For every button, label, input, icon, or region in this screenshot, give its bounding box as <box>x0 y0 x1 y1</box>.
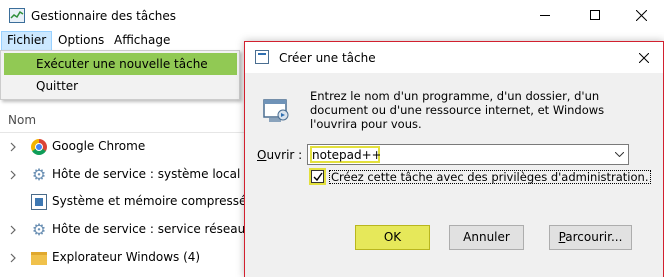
dialog-title: Créer une tâche <box>279 51 376 65</box>
close-button[interactable] <box>619 0 664 31</box>
window-title: Gestionnaire des tâches <box>31 9 177 23</box>
admin-checkbox[interactable] <box>311 170 324 183</box>
dialog-close-button[interactable] <box>625 42 663 73</box>
minimize-icon <box>540 15 550 16</box>
chevron-right-icon[interactable] <box>9 224 17 236</box>
combobox-dropdown-button[interactable] <box>611 145 628 164</box>
process-name: Hôte de service : système local (15) <box>52 167 269 181</box>
browse-button[interactable]: Parcourir... <box>549 225 632 250</box>
chrome-icon <box>31 139 47 155</box>
menu-affichage[interactable]: Affichage <box>109 31 175 51</box>
dialog-titlebar: Créer une tâche <box>245 42 663 73</box>
file-menu-dropdown: Exécuter une nouvelle tâche Quitter <box>0 50 240 100</box>
dialog-description: Entrez le nom d'un programme, d'un dossi… <box>310 89 605 131</box>
process-row[interactable]: ⚙ Hôte de service : système local (15) <box>0 163 269 187</box>
process-name: Hôte de service : service réseau (4) <box>52 222 266 236</box>
cancel-button[interactable]: Annuler <box>449 225 524 250</box>
process-row[interactable]: ⚙ Hôte de service : service réseau (4) <box>0 218 266 242</box>
close-icon <box>636 10 647 21</box>
menu-options[interactable]: Options <box>53 31 109 51</box>
chevron-right-icon[interactable] <box>9 169 17 181</box>
open-combobox[interactable] <box>307 144 629 165</box>
process-name: Système et mémoire compressée <box>52 194 254 208</box>
maximize-icon <box>590 10 600 20</box>
system-memory-icon <box>31 194 47 210</box>
process-row[interactable]: Explorateur Windows (4) <box>0 246 250 270</box>
open-input[interactable] <box>310 146 380 163</box>
process-row[interactable]: Google Chrome <box>0 135 250 159</box>
maximize-button[interactable] <box>572 0 618 31</box>
run-icon <box>255 50 269 64</box>
ok-button[interactable]: OK <box>355 225 430 250</box>
gear-icon: ⚙ <box>31 165 47 184</box>
menu-item-quit[interactable]: Quitter <box>4 75 237 97</box>
gear-icon: ⚙ <box>31 220 47 239</box>
process-row[interactable]: Système et mémoire compressée <box>0 190 254 214</box>
minimize-button[interactable] <box>522 0 568 31</box>
process-name: Explorateur Windows (4) <box>52 250 201 264</box>
checkmark-icon <box>313 172 323 182</box>
create-task-dialog: Créer une tâche Entrez le nom d'un progr… <box>244 41 664 277</box>
task-manager-titlebar: Gestionnaire des tâches <box>0 0 664 31</box>
task-manager-icon <box>9 8 25 23</box>
open-label: Ouvrir : <box>257 148 303 162</box>
close-icon <box>639 53 649 63</box>
folder-icon <box>31 252 47 265</box>
chevron-right-icon[interactable] <box>9 252 17 264</box>
menu-fichier[interactable]: Fichier <box>1 31 53 51</box>
menu-item-run-new-task[interactable]: Exécuter une nouvelle tâche <box>4 53 237 75</box>
chevron-right-icon[interactable] <box>9 141 17 153</box>
process-name: Google Chrome <box>52 139 146 153</box>
column-header-name[interactable]: Nom <box>8 113 36 127</box>
chevron-down-icon <box>615 152 624 157</box>
run-program-icon <box>263 99 289 122</box>
admin-checkbox-label[interactable]: Créez cette tâche avec des privilèges d'… <box>329 170 651 184</box>
